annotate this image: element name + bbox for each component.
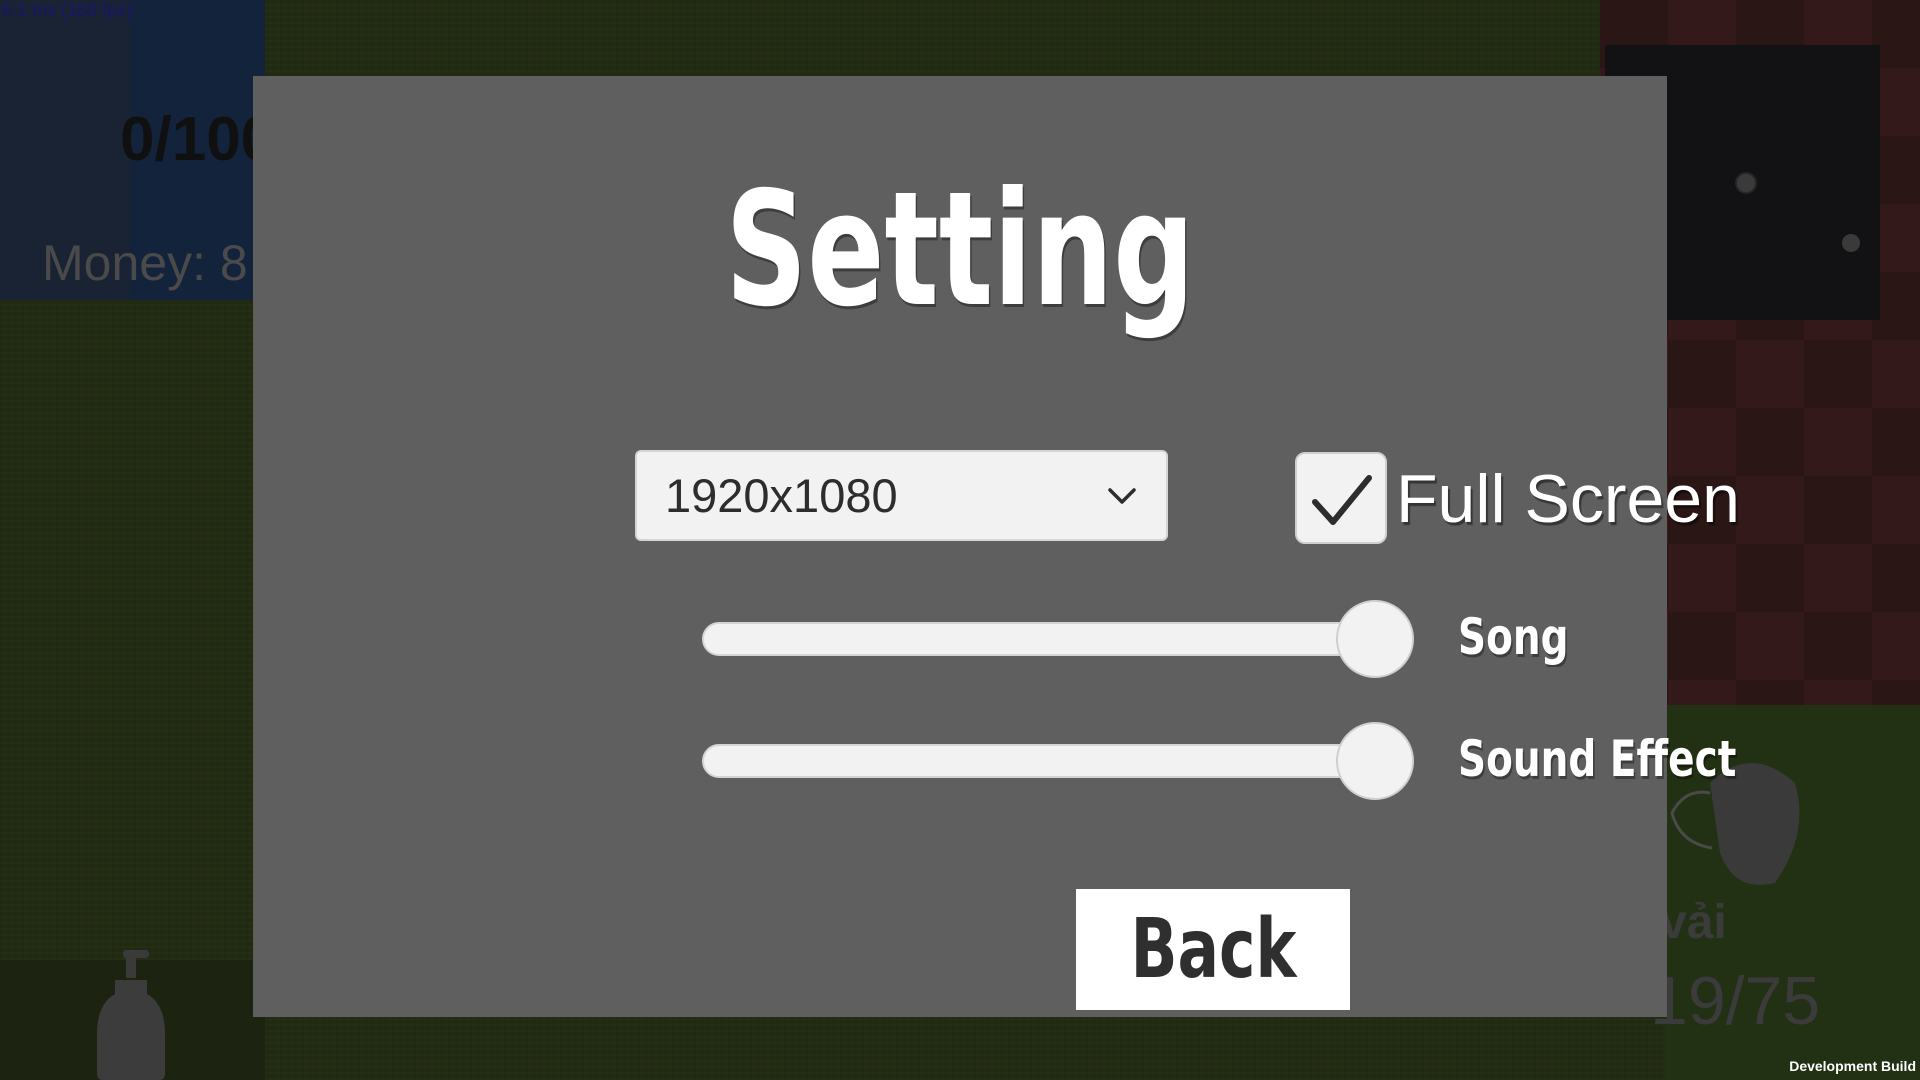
fullscreen-label: Full Screen <box>1396 461 1740 537</box>
item-name: vải <box>1660 896 1727 949</box>
development-build-label: Development Build <box>1789 1058 1916 1074</box>
item-count: 19/75 <box>1650 963 1821 1039</box>
resolution-value: 1920x1080 <box>665 469 898 522</box>
checkmark-icon <box>1312 475 1372 525</box>
soap-bottle-icon <box>97 950 165 1080</box>
progress-counter: 0/100 <box>120 105 276 174</box>
sound-effect-label: Sound Effect <box>1458 730 1737 788</box>
settings-panel: Setting 1920x1080 Full Screen Song Sound… <box>253 76 1740 1017</box>
sound-effect-handle[interactable] <box>1336 722 1414 800</box>
object-dot <box>1842 234 1860 252</box>
back-button[interactable]: Back <box>1076 889 1350 1010</box>
sound-effect-slider[interactable] <box>702 744 1375 778</box>
object-dot <box>1735 172 1757 194</box>
fps-counter: 6.1 ms (160 fps) <box>2 0 133 20</box>
chevron-down-icon <box>1108 488 1136 504</box>
money-display: Money: 8 <box>42 235 248 291</box>
back-button-label: Back <box>1130 902 1296 997</box>
resolution-dropdown[interactable]: 1920x1080 <box>635 450 1168 541</box>
song-volume-slider[interactable] <box>702 622 1375 656</box>
settings-title: Setting <box>725 158 1195 342</box>
song-volume-handle[interactable] <box>1336 600 1414 678</box>
fullscreen-checkbox[interactable] <box>1295 452 1387 544</box>
song-label: Song <box>1458 608 1569 666</box>
